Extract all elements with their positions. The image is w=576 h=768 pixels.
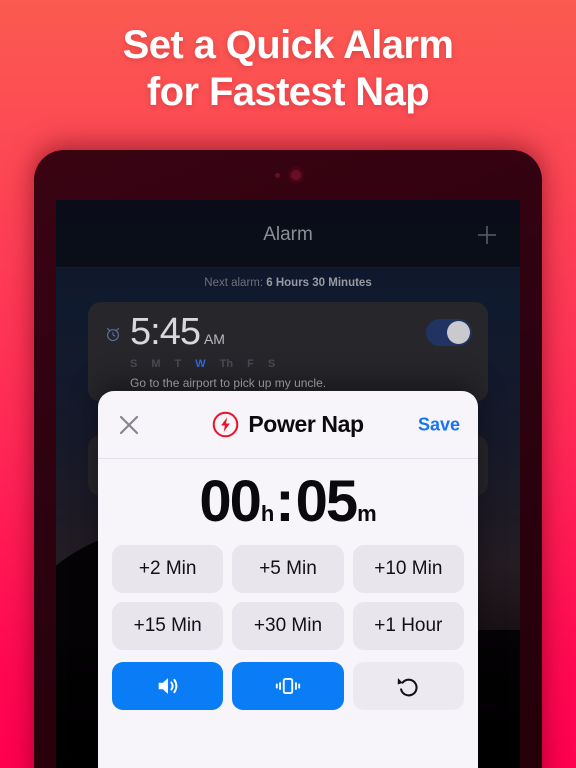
quick-add-5-min[interactable]: +5 Min [232, 545, 344, 593]
device-camera-dots [34, 170, 542, 180]
repeat-day-wed[interactable]: W [195, 358, 205, 370]
modal-header: Power Nap Save [98, 391, 478, 459]
vibrate-icon [275, 678, 301, 694]
next-alarm-status: Next alarm: 6 Hours 30 Minutes [56, 277, 520, 289]
lightning-bolt-icon [213, 411, 239, 438]
quick-add-10-min[interactable]: +10 Min [352, 545, 464, 593]
duration-separator: : [275, 469, 295, 534]
headline-line-1: Set a Quick Alarm [122, 23, 454, 67]
next-alarm-value: 6 Hours 30 Minutes [266, 277, 372, 289]
page-title: Set a Quick Alarm for Fastest Nap [0, 22, 576, 116]
duration-hours: 00 [199, 469, 261, 534]
plus-icon [478, 226, 496, 244]
duration-minutes: 05 [295, 469, 358, 534]
save-button[interactable]: Save [418, 414, 460, 435]
sensor-dot-icon [275, 172, 280, 178]
duration-minutes-unit: m [357, 501, 377, 526]
vibrate-mode-button[interactable] [232, 662, 344, 710]
quick-add-grid: +2 Min +5 Min +10 Min +15 Min +30 Min +1… [98, 541, 478, 650]
quick-add-30-min[interactable]: +30 Min [232, 602, 344, 650]
next-alarm-label: Next alarm: [204, 277, 267, 289]
duration-hours-unit: h [260, 501, 275, 526]
alarm-list-item[interactable]: 5:45 AM S M T W Th F S Go to the airport… [88, 302, 488, 402]
speaker-sound-icon [158, 678, 178, 694]
camera-lens-icon [291, 170, 301, 180]
alarm-clock-icon [106, 327, 120, 342]
headline-line-2: for Fastest Nap [146, 70, 430, 115]
quick-add-1-hour[interactable]: +1 Hour [352, 602, 464, 650]
quick-add-2-min[interactable]: +2 Min [112, 545, 224, 593]
modal-title: Power Nap [248, 411, 364, 437]
power-nap-modal: Power Nap Save 00 h : 05 m +2 Min +5 Min… [98, 391, 478, 768]
promo-screenshot: Set a Quick Alarm for Fastest Nap Alarm [0, 0, 576, 768]
repeat-day-thu[interactable]: Th [220, 358, 233, 370]
action-button-row [98, 650, 478, 710]
alarm-time-ampm: AM [203, 331, 225, 347]
alarm-time: 5:45 AM [130, 313, 225, 351]
alarm-primary-row: 5:45 AM [104, 313, 472, 351]
reset-button[interactable] [352, 662, 464, 710]
app-title: Alarm [263, 224, 313, 245]
nap-duration-display[interactable]: 00 h : 05 m [98, 459, 478, 541]
alarm-enable-toggle[interactable] [426, 318, 472, 346]
repeat-day-fri[interactable]: F [247, 358, 254, 370]
alarm-repeat-days: S M T W Th F S [104, 358, 472, 370]
alarm-time-value: 5:45 [130, 311, 201, 353]
alarm-note: Go to the airport to pick up my uncle. [130, 376, 327, 390]
app-navigation-bar: Alarm [56, 200, 520, 268]
quick-add-15-min[interactable]: +15 Min [112, 602, 224, 650]
sound-mode-button[interactable] [112, 662, 224, 710]
add-alarm-button[interactable] [474, 222, 500, 248]
repeat-day-sun[interactable]: S [130, 358, 137, 370]
reset-undo-icon [398, 678, 418, 697]
repeat-day-tue[interactable]: T [175, 358, 182, 370]
repeat-day-sat[interactable]: S [268, 358, 275, 370]
repeat-day-mon[interactable]: M [151, 358, 160, 370]
